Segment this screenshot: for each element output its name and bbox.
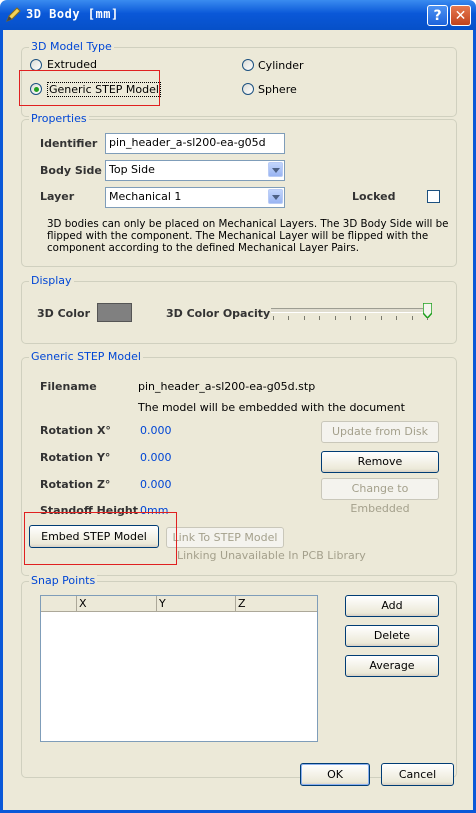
radio-sphere-label: Sphere	[258, 83, 297, 96]
layer-dropdown-arrow-icon[interactable]	[268, 189, 283, 204]
cancel-button[interactable]: Cancel	[381, 763, 454, 786]
layer-info-line: component according to the defined Mecha…	[47, 242, 360, 254]
delete-snap-point-button[interactable]: Delete	[345, 625, 439, 647]
locked-checkbox[interactable]	[427, 190, 440, 203]
snap-points-header-blank	[41, 596, 77, 611]
highlight-box-model-type	[19, 70, 160, 106]
rotation-y-value[interactable]: 0.000	[140, 451, 172, 464]
identifier-label: Identifier	[40, 137, 98, 150]
dialog-body: 3D Model Type Extruded Cylinder Generic …	[3, 30, 473, 810]
snap-points-column-z[interactable]: Z	[238, 597, 246, 610]
rotation-z-value[interactable]: 0.000	[140, 478, 172, 491]
highlight-box-embed	[24, 512, 177, 565]
title-bar[interactable]: 3D Body [mm] ? ✕	[0, 0, 476, 30]
opacity-slider-tick	[303, 316, 305, 320]
opacity-slider-tick	[288, 316, 290, 320]
opacity-slider-tick	[411, 316, 413, 320]
filename-label: Filename	[40, 380, 97, 393]
average-snap-points-button[interactable]: Average	[345, 655, 439, 677]
snap-points-title: Snap Points	[29, 574, 98, 587]
add-snap-point-button[interactable]: Add	[345, 595, 439, 617]
close-button[interactable]: ✕	[450, 5, 471, 26]
rotation-z-label: Rotation Z°	[40, 478, 111, 491]
column-divider	[235, 596, 236, 611]
opacity-slider-thumb[interactable]	[422, 302, 433, 320]
layer-select[interactable]: Mechanical 1	[105, 187, 285, 208]
opacity-slider-tick	[319, 316, 321, 320]
properties-title: Properties	[29, 112, 89, 125]
update-from-disk-button[interactable]: Update from Disk	[321, 421, 439, 443]
opacity-slider-tick	[380, 316, 382, 320]
change-to-embedded-button[interactable]: Change to Embedded	[321, 478, 439, 515]
layer-info-line: flipped with the component. The Mechanic…	[47, 230, 429, 242]
snap-points-column-x[interactable]: X	[79, 597, 87, 610]
opacity-slider-track	[271, 308, 431, 313]
link-to-step-model-button[interactable]: Link To STEP Model	[166, 527, 284, 548]
opacity-slider-tick	[350, 316, 351, 320]
opacity-slider-tick	[334, 316, 336, 320]
snap-points-header: X Y Z	[41, 596, 317, 612]
body-side-value: Top Side	[109, 163, 155, 176]
window-title: 3D Body [mm]	[26, 7, 119, 21]
identifier-input[interactable]: pin_header_a-sl200-ea-g05d	[105, 133, 285, 154]
snap-points-column-y[interactable]: Y	[159, 597, 166, 610]
help-button[interactable]: ?	[427, 5, 448, 26]
body-side-dropdown-arrow-icon[interactable]	[268, 162, 283, 177]
rotation-x-label: Rotation X°	[40, 424, 111, 437]
opacity-slider[interactable]	[269, 302, 437, 320]
model-type-title: 3D Model Type	[29, 40, 114, 53]
body-side-label: Body Side	[40, 164, 102, 177]
radio-cylinder-label: Cylinder	[258, 59, 304, 72]
rotation-x-value[interactable]: 0.000	[140, 424, 172, 437]
ok-button[interactable]: OK	[300, 763, 370, 786]
filename-value: pin_header_a-sl200-ea-g05d.stp	[138, 380, 316, 393]
layer-label: Layer	[40, 190, 75, 203]
snap-points-table[interactable]: X Y Z	[40, 595, 318, 742]
app-pencil-icon	[6, 7, 21, 22]
layer-value: Mechanical 1	[109, 190, 182, 203]
layer-info-text: 3D bodies can only be placed on Mechanic…	[47, 218, 449, 254]
color-label: 3D Color	[37, 307, 90, 320]
opacity-slider-tick	[396, 316, 398, 320]
color-swatch[interactable]	[97, 303, 132, 322]
locked-label: Locked	[352, 190, 396, 203]
linking-unavailable-note: Linking Unavailable In PCB Library	[177, 549, 366, 562]
radio-sphere[interactable]	[242, 83, 254, 95]
embed-note: The model will be embedded with the docu…	[138, 401, 405, 414]
radio-cylinder[interactable]	[242, 59, 254, 71]
opacity-slider-tick	[273, 316, 274, 320]
body-side-select[interactable]: Top Side	[105, 160, 285, 181]
display-title: Display	[29, 274, 74, 287]
opacity-slider-tick	[365, 316, 367, 320]
remove-button[interactable]: Remove	[321, 451, 439, 473]
layer-info-line: 3D bodies can only be placed on Mechanic…	[47, 218, 449, 230]
rotation-y-label: Rotation Y°	[40, 451, 111, 464]
step-model-title: Generic STEP Model	[29, 350, 143, 363]
opacity-label: 3D Color Opacity	[166, 307, 271, 320]
column-divider	[156, 596, 157, 611]
